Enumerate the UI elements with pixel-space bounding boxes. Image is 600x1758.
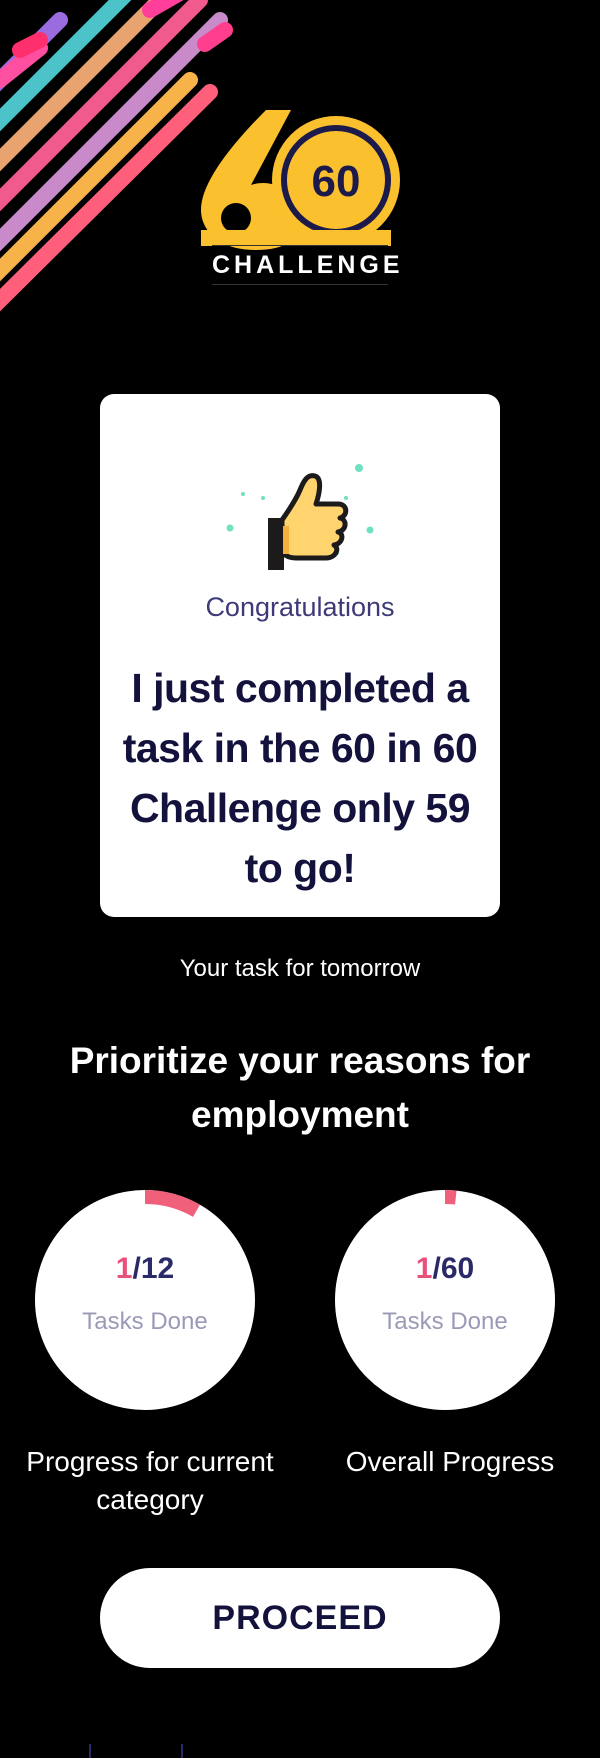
completion-headline: I just completed a task in the 60 in 60 … bbox=[122, 665, 478, 891]
logo-wordmark: CHALLENGE bbox=[212, 245, 400, 285]
done-count: 1 bbox=[115, 1252, 133, 1285]
congrats-label: Congratulations bbox=[205, 592, 395, 622]
ring-track bbox=[335, 1190, 555, 1410]
logo-number: 60 bbox=[312, 157, 361, 206]
overall-progress-ring: 1/60 Tasks Done bbox=[335, 1190, 555, 1410]
proceed-button[interactable]: PROCEED bbox=[100, 1568, 500, 1668]
total-count: /12 bbox=[132, 1252, 175, 1285]
tomorrow-label: Your task for tomorrow bbox=[179, 955, 421, 982]
category-progress-ring: 1/12 Tasks Done bbox=[35, 1190, 255, 1410]
category-progress-caption: Progress for current category bbox=[26, 1446, 274, 1515]
done-count: 1 bbox=[415, 1252, 433, 1285]
ring-progress-arc bbox=[444, 1190, 457, 1205]
total-count: /60 bbox=[432, 1252, 475, 1285]
thumbs-up-icon bbox=[226, 464, 374, 570]
ring-count: 1/12 bbox=[35, 1252, 255, 1286]
ring-count: 1/60 bbox=[335, 1252, 555, 1286]
ring-subtitle: Tasks Done bbox=[382, 1308, 508, 1335]
ring-track bbox=[35, 1190, 255, 1410]
congratulations-card: Congratulations I just completed a task … bbox=[100, 394, 500, 917]
tomorrow-task-title: Prioritize your reasons for employment bbox=[69, 1040, 531, 1135]
ring-subtitle: Tasks Done bbox=[82, 1308, 208, 1335]
overall-progress-caption: Overall Progress bbox=[345, 1446, 555, 1477]
bottom-decoration bbox=[89, 1744, 183, 1758]
